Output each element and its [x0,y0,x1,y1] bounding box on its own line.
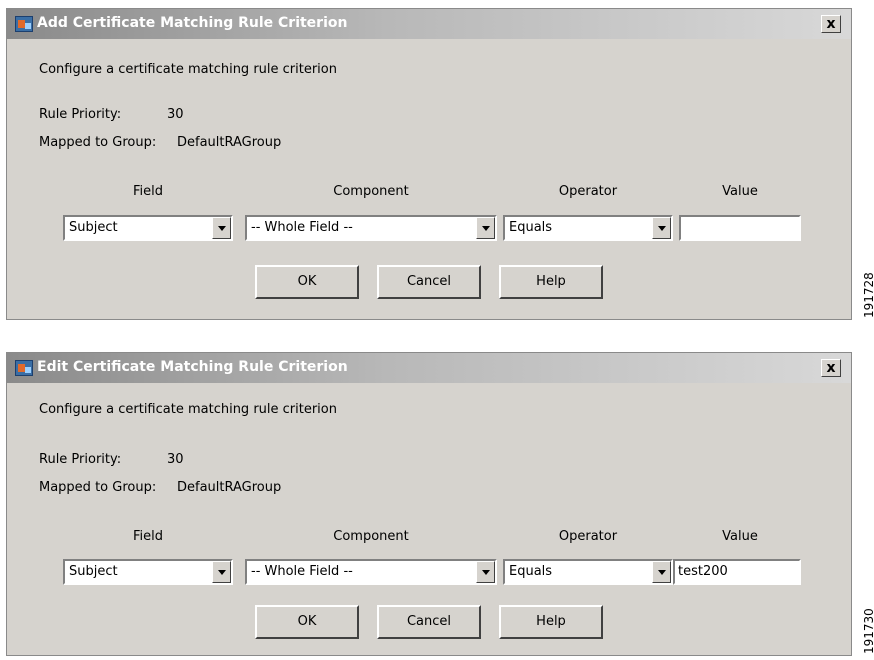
value-input[interactable] [679,215,801,241]
value-input[interactable]: test200 [673,559,801,585]
rule-priority-value: 30 [167,452,184,467]
help-button[interactable]: Help [499,605,603,639]
value-header: Value [722,529,758,544]
operator-select-value: Equals [509,220,553,235]
rule-priority-label: Rule Priority: [39,107,122,122]
mapped-group-value: DefaultRAGroup [177,135,282,150]
chevron-down-icon[interactable] [652,561,671,583]
description-text: Configure a certificate matching rule cr… [39,402,337,417]
field-select-value: Subject [69,220,118,235]
chevron-down-icon[interactable] [652,217,671,239]
cancel-button[interactable]: Cancel [377,605,481,639]
operator-select[interactable]: Equals [503,559,673,585]
component-select[interactable]: -- Whole Field -- [245,559,497,585]
operator-header: Operator [558,184,618,199]
rule-priority-value: 30 [167,107,184,122]
description-text: Configure a certificate matching rule cr… [39,62,337,77]
edit-criterion-dialog: Edit Certificate Matching Rule Criterion… [6,352,852,656]
field-select-value: Subject [69,564,118,579]
component-header: Component [333,529,409,544]
field-header: Field [132,529,163,544]
chevron-down-icon[interactable] [476,217,495,239]
operator-select-value: Equals [509,564,553,579]
chevron-down-icon[interactable] [476,561,495,583]
chevron-down-icon[interactable] [212,561,231,583]
component-select-value: -- Whole Field -- [251,564,353,579]
cancel-button[interactable]: Cancel [377,265,481,299]
operator-header: Operator [558,529,618,544]
mapped-group-label: Mapped to Group: [39,480,157,495]
value-input-text: test200 [678,564,728,579]
mapped-group-label: Mapped to Group: [39,135,157,150]
figure-id-label: 191728 [862,272,874,318]
close-button[interactable]: x [821,15,841,33]
add-criterion-dialog: Add Certificate Matching Rule Criterion … [6,8,852,320]
title-bar[interactable]: Edit Certificate Matching Rule Criterion… [7,353,851,383]
help-button[interactable]: Help [499,265,603,299]
chevron-down-icon[interactable] [212,217,231,239]
ok-button[interactable]: OK [255,605,359,639]
field-select[interactable]: Subject [63,215,233,241]
value-header: Value [722,184,758,199]
operator-select[interactable]: Equals [503,215,673,241]
figure-id-label: 191730 [862,608,874,654]
rule-priority-label: Rule Priority: [39,452,122,467]
field-header: Field [132,184,163,199]
component-header: Component [333,184,409,199]
dialog-title: Edit Certificate Matching Rule Criterion [37,359,348,375]
dialog-title: Add Certificate Matching Rule Criterion [37,15,348,31]
ok-button[interactable]: OK [255,265,359,299]
field-select[interactable]: Subject [63,559,233,585]
mapped-group-value: DefaultRAGroup [177,480,282,495]
component-select[interactable]: -- Whole Field -- [245,215,497,241]
app-icon [15,360,33,376]
title-bar[interactable]: Add Certificate Matching Rule Criterion … [7,9,851,39]
component-select-value: -- Whole Field -- [251,220,353,235]
app-icon [15,16,33,32]
close-button[interactable]: x [821,359,841,377]
